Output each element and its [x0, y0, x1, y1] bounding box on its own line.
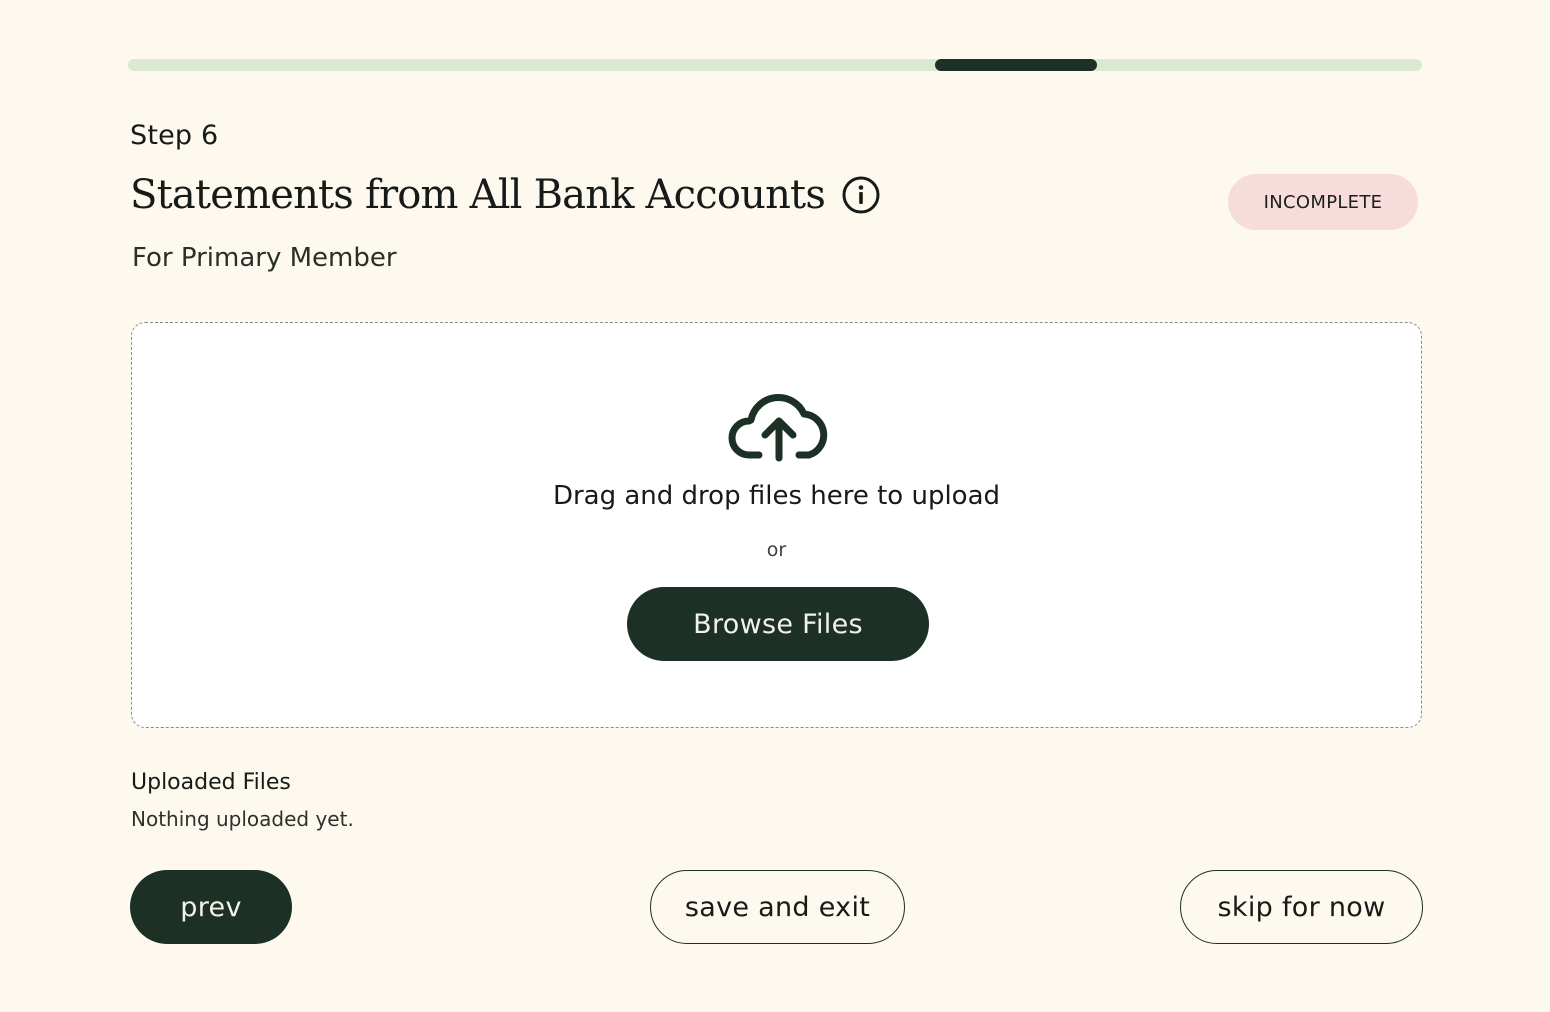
cloud-upload-icon: [728, 393, 828, 462]
status-badge: INCOMPLETE: [1228, 174, 1418, 230]
info-icon[interactable]: [841, 175, 881, 215]
dropzone-title: Drag and drop files here to upload: [552, 481, 1001, 511]
progress-bar: [128, 59, 1422, 71]
file-dropzone[interactable]: Drag and drop files here to upload or Br…: [131, 322, 1422, 728]
prev-button[interactable]: prev: [130, 870, 292, 944]
step-label: Step 6: [130, 120, 219, 151]
dropzone-or-text: or: [766, 539, 787, 561]
save-and-exit-button[interactable]: save and exit: [650, 870, 905, 944]
title-row: Statements from All Bank Accounts: [130, 172, 881, 218]
skip-for-now-button[interactable]: skip for now: [1180, 870, 1423, 944]
progress-bar-current-segment: [935, 59, 1097, 71]
page-title: Statements from All Bank Accounts: [130, 172, 826, 218]
page-subtitle: For Primary Member: [132, 243, 397, 273]
uploaded-files-empty-text: Nothing uploaded yet.: [131, 807, 354, 831]
browse-files-button[interactable]: Browse Files: [627, 587, 929, 661]
uploaded-files-heading: Uploaded Files: [131, 770, 291, 795]
